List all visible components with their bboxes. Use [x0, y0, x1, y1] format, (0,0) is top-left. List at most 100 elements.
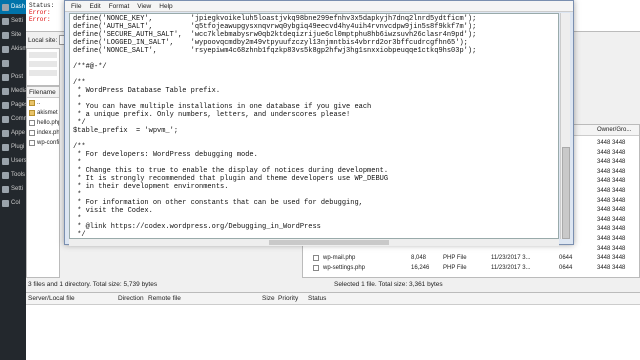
remote-cell-owner: 3448 3448 [597, 255, 626, 262]
wp-menu-item[interactable]: Akism [0, 42, 26, 56]
remote-cell-owner: 3448 3448 [597, 207, 626, 214]
remote-cell-perm: 0644 [559, 264, 573, 271]
local-site-bar: Local site: [26, 34, 68, 46]
folder-icon [29, 110, 35, 116]
local-file-row[interactable]: wp-config [27, 138, 59, 148]
remote-cell-owner: 3448 3448 [597, 197, 626, 204]
wp-menu-item[interactable]: Plugi [0, 140, 26, 154]
wp-menu-item[interactable]: Setti [0, 14, 26, 28]
wp-menu-label: Setti [11, 186, 24, 192]
wp-menu-label: Appe [11, 130, 26, 136]
local-file-row[interactable]: .. [27, 98, 59, 108]
menu-format[interactable]: Format [109, 3, 130, 10]
file-name: index.php [37, 130, 60, 136]
menu-icon [2, 101, 9, 109]
wp-menu-label: Pages [11, 102, 26, 108]
wp-menu-label: Site [11, 32, 22, 38]
wp-menu-label: Setti [11, 18, 24, 24]
wordpress-admin-sidebar: Dash Setti Site Akism Post Media Pages Comm Appe… [0, 0, 26, 360]
local-file-row[interactable]: index.php [27, 128, 59, 138]
remote-cell-name: wp-settings.php [323, 264, 366, 271]
file-name: hello.php [37, 120, 60, 126]
wp-menu-item[interactable]: Appe [0, 126, 26, 140]
local-status-text: 3 files and 1 directory. Total size: 5,7… [28, 281, 158, 288]
remote-cell-date: 11/23/2017 3... [491, 255, 531, 262]
vertical-scrollbar[interactable] [560, 13, 570, 239]
wp-menu-item[interactable]: Col [0, 196, 26, 210]
local-directory-tree[interactable] [26, 48, 60, 86]
remote-cell-owner: 3448 3448 [597, 140, 626, 146]
menu-icon [2, 3, 9, 11]
column-header-owner[interactable]: Owner/Gro... [597, 125, 631, 136]
wp-menu-item[interactable]: Dash [0, 0, 26, 14]
column-header-remote-file[interactable]: Remote file [148, 293, 181, 305]
column-header-server-local-file[interactable]: Server/Local file [28, 293, 75, 305]
scroll-thumb[interactable] [562, 147, 570, 239]
menu-icon [2, 45, 9, 53]
wp-config-code: define('NONCE_KEY', 'jpiegkvoikeluh5loas… [73, 15, 477, 239]
wp-menu-item[interactable]: Tools [0, 168, 26, 182]
remote-cell-owner: 3448 3448 [597, 168, 626, 175]
scroll-thumb[interactable] [269, 240, 389, 245]
column-header-size[interactable]: Size [262, 293, 275, 305]
remote-cell-owner: 3448 3448 [597, 216, 626, 223]
remote-cell-owner: 3448 3448 [597, 226, 626, 233]
file-name: .. [37, 100, 41, 106]
horizontal-scrollbar[interactable] [69, 239, 559, 246]
wp-menu-item[interactable]: Site [0, 28, 26, 42]
menu-icon [2, 17, 9, 25]
php-file-icon [313, 255, 319, 262]
remote-cell-date: 11/23/2017 3... [491, 264, 531, 271]
menu-icon [2, 59, 9, 67]
menu-icon [2, 199, 9, 207]
menu-view[interactable]: View [137, 3, 151, 10]
wp-menu-item[interactable]: Setti [0, 182, 26, 196]
wp-menu-label: Tools [11, 172, 26, 178]
menu-icon [2, 31, 9, 39]
column-header-filename[interactable]: Filename [27, 87, 59, 98]
column-header-direction[interactable]: Direction [118, 293, 144, 305]
menu-help[interactable]: Help [159, 3, 172, 10]
file-icon [29, 120, 35, 126]
queue-column-header: Server/Local file Direction Remote file … [26, 293, 640, 305]
menu-icon [2, 115, 9, 123]
menu-icon [2, 143, 9, 151]
column-header-priority[interactable]: Priority [278, 293, 298, 305]
remote-file-row[interactable]: wp-settings.php 16,246 PHP File 11/23/2017 … [303, 264, 639, 273]
menu-icon [2, 129, 9, 137]
wp-menu-item[interactable]: Users [0, 154, 26, 168]
remote-cell-owner: 3448 3448 [597, 188, 626, 194]
menu-edit[interactable]: Edit [89, 3, 100, 10]
wp-menu-item[interactable]: Media [0, 84, 26, 98]
wp-menu-label: Dash [11, 4, 26, 10]
column-header-status[interactable]: Status [308, 293, 326, 305]
text-editor-area[interactable]: define('NONCE_KEY', 'jpiegkvoikeluh5loas… [69, 13, 559, 239]
file-icon [29, 130, 35, 136]
file-icon [29, 140, 35, 146]
wp-menu-item[interactable]: Post [0, 70, 26, 84]
remote-cell-size: 16,246 [411, 264, 430, 271]
file-name: wp-config [37, 140, 60, 146]
menu-icon [2, 73, 9, 81]
menu-icon [2, 185, 9, 193]
wp-menu-item[interactable] [0, 56, 26, 70]
menu-file[interactable]: File [71, 3, 81, 10]
local-file-row[interactable]: hello.php [27, 118, 59, 128]
wp-menu-label: Users [11, 158, 26, 164]
remote-cell-owner: 3448 3448 [597, 264, 626, 271]
remote-file-row[interactable]: wp-mail.php 8,048 PHP File 11/23/2017 3... 0… [303, 254, 639, 263]
wp-menu-label: Col [11, 200, 21, 206]
php-file-icon [313, 264, 319, 271]
remote-cell-type: PHP File [443, 264, 467, 271]
file-name: akismet [37, 110, 58, 116]
remote-cell-size: 8,048 [411, 255, 427, 262]
local-file-row[interactable]: akismet [27, 108, 59, 118]
remote-cell-name: wp-mail.php [323, 255, 356, 262]
transfer-queue: Server/Local file Direction Remote file … [26, 292, 640, 360]
wp-menu-label: Post [11, 74, 24, 80]
local-site-label: Local site: [28, 36, 58, 44]
wp-menu-item[interactable]: Pages [0, 98, 26, 112]
wp-menu-item[interactable]: Comm [0, 112, 26, 126]
local-file-list: Filename .. akismet hello.php index.php wp-c… [26, 86, 60, 278]
remote-cell-owner: 3448 3448 [597, 149, 626, 156]
